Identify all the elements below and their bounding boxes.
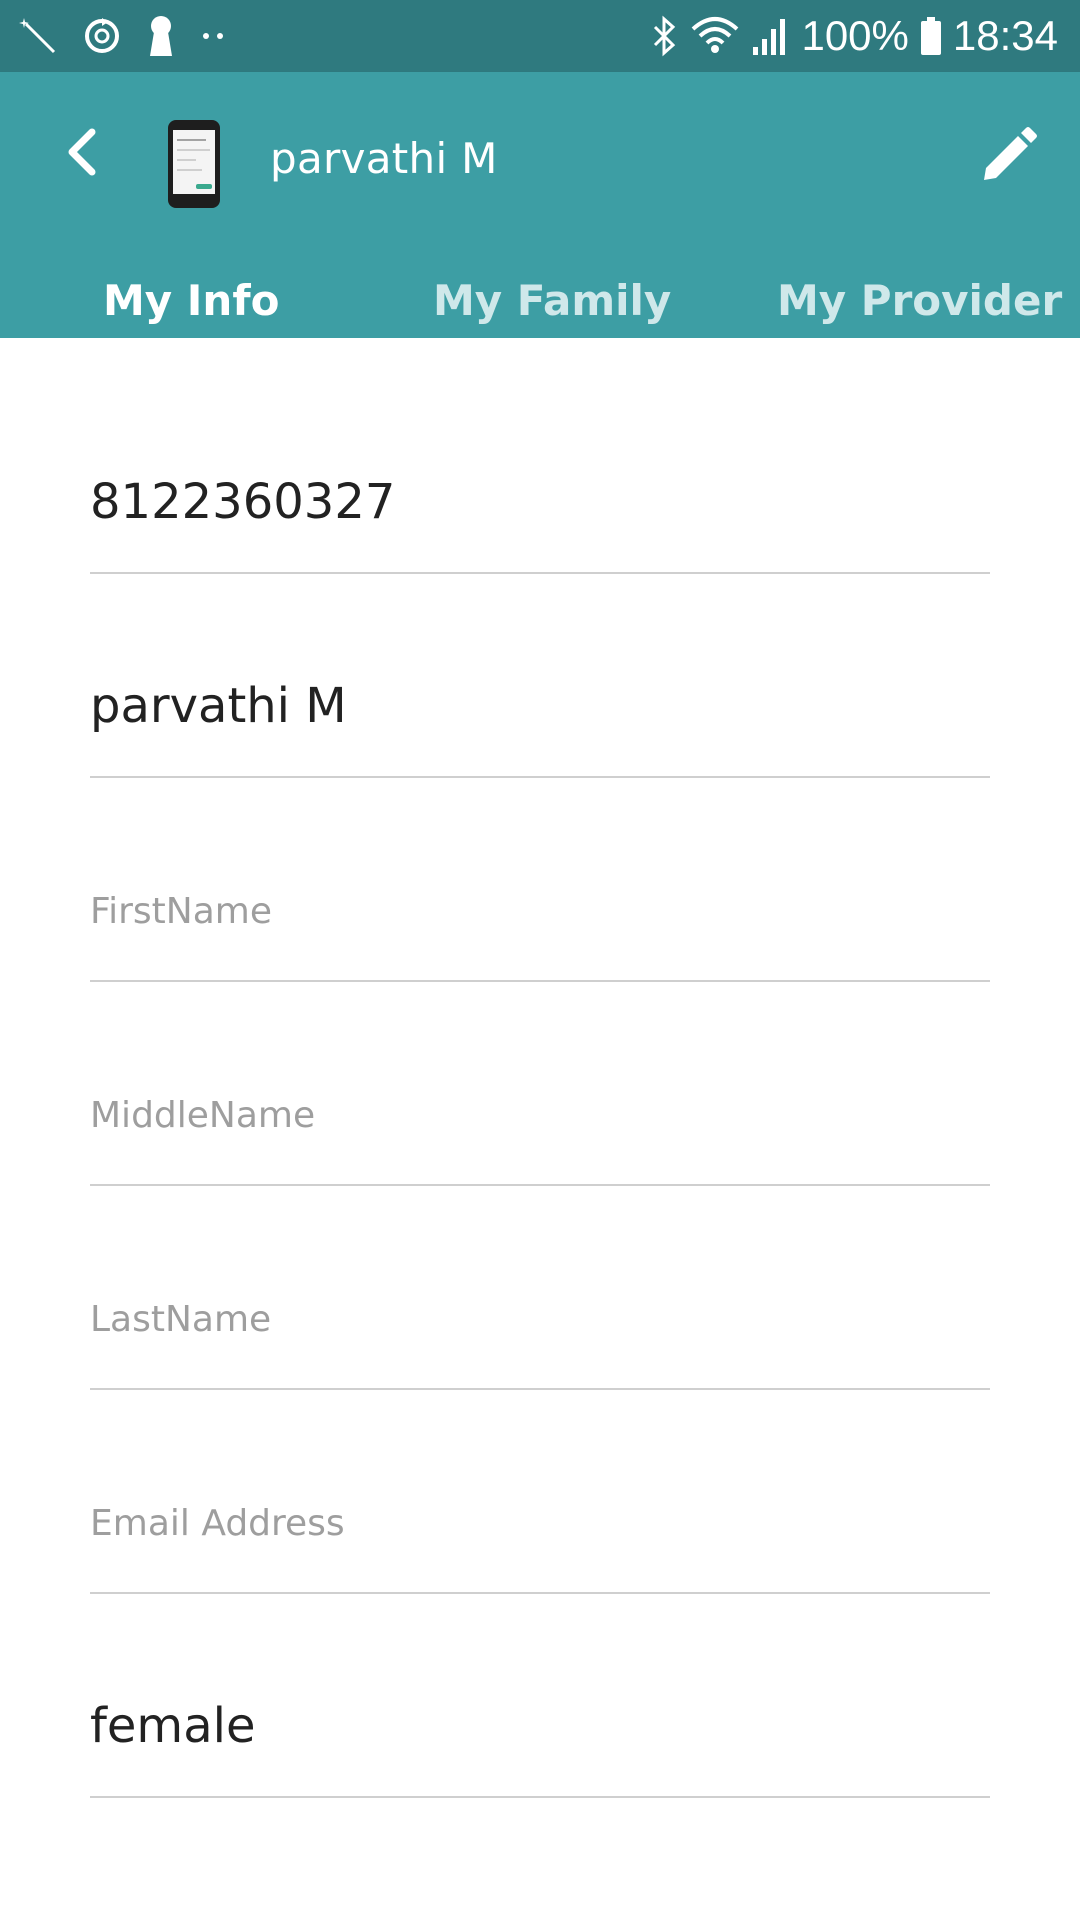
battery-percent: 100% xyxy=(801,12,909,59)
last-name-field[interactable]: LastName xyxy=(90,1288,990,1390)
sync-icon xyxy=(82,16,122,56)
page-title: parvathi M xyxy=(270,134,498,183)
battery-icon xyxy=(919,15,943,57)
tab-my-provider[interactable]: My Provider xyxy=(777,276,1062,325)
tab-bar: My Info My Family My Provider xyxy=(0,240,1080,338)
gender-field[interactable]: female xyxy=(90,1696,990,1798)
status-right-icons: 100% 18:34 xyxy=(651,12,1058,60)
dots-icon xyxy=(200,26,230,46)
display-name-field[interactable]: parvathi M xyxy=(90,676,990,778)
chevron-left-icon xyxy=(68,128,96,176)
wifi-icon xyxy=(689,15,741,57)
tab-my-family[interactable]: My Family xyxy=(433,276,671,325)
tab-my-info[interactable]: My Info xyxy=(103,276,279,325)
middle-name-field[interactable]: MiddleName xyxy=(90,1084,990,1186)
first-name-field[interactable]: FirstName xyxy=(90,880,990,982)
keyhole-icon xyxy=(146,14,176,58)
gender-value: female xyxy=(90,1698,256,1754)
status-left-icons xyxy=(18,12,230,60)
phone-value: 8122360327 xyxy=(90,474,396,530)
pencil-icon xyxy=(984,127,1037,180)
status-bar: 100% 18:34 xyxy=(0,0,1080,72)
app-bar: parvathi M xyxy=(0,72,1080,240)
bluetooth-icon xyxy=(651,15,679,57)
middle-name-placeholder: MiddleName xyxy=(90,1095,316,1136)
email-field[interactable]: Email Address xyxy=(90,1492,990,1594)
email-placeholder: Email Address xyxy=(90,1503,345,1544)
last-name-placeholder: LastName xyxy=(90,1299,272,1340)
clock-time: 18:34 xyxy=(952,12,1058,59)
phone-field[interactable]: 8122360327 xyxy=(90,472,990,574)
magic-wand-icon xyxy=(18,16,58,56)
back-button[interactable] xyxy=(58,124,114,180)
device-avatar xyxy=(166,118,222,210)
display-name-value: parvathi M xyxy=(90,678,347,734)
first-name-placeholder: FirstName xyxy=(90,891,272,932)
signal-icon xyxy=(751,15,791,57)
edit-button[interactable] xyxy=(976,124,1040,188)
